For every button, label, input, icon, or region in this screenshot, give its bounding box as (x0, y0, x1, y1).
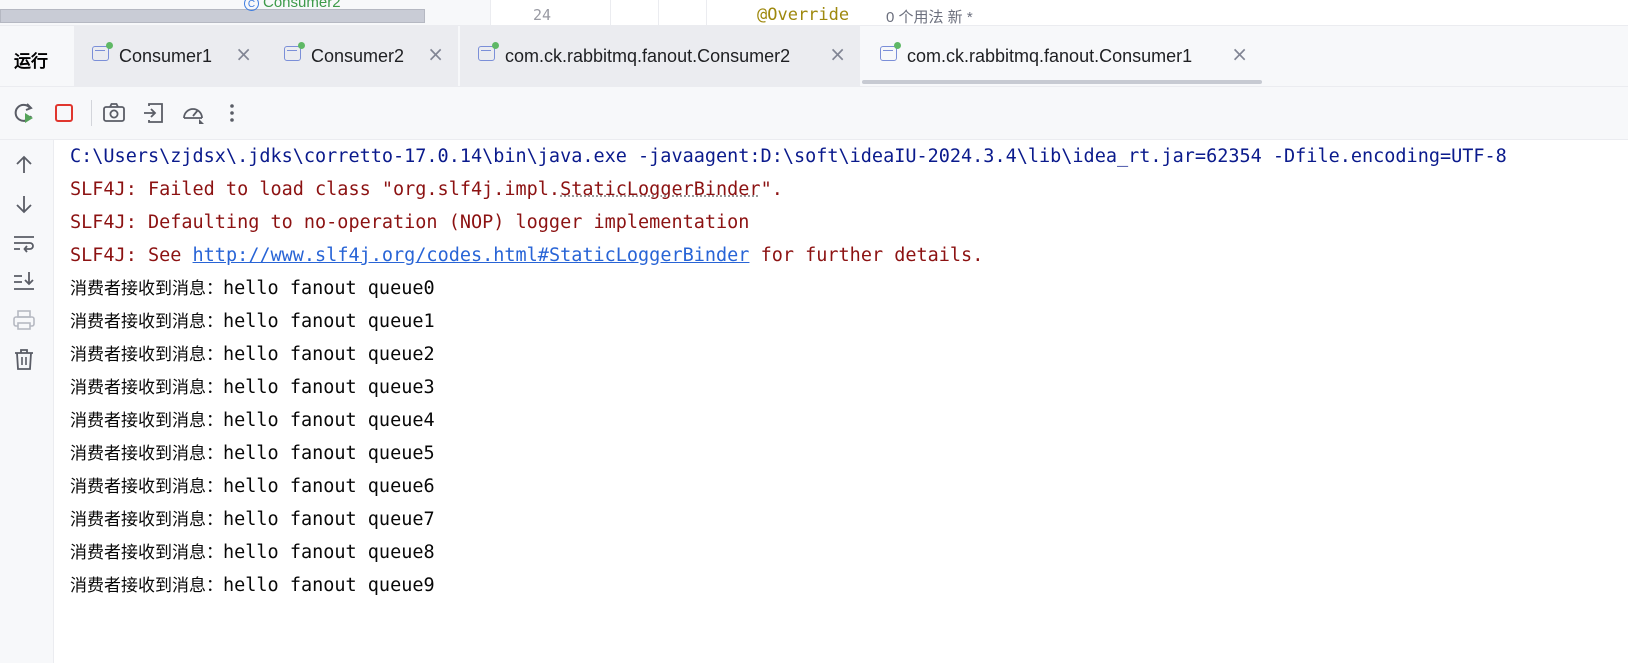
error-text: SLF4J: Failed to load class "org.slf4j.i… (70, 179, 561, 200)
console-message-line: 消费者接收到消息：hello fanout queue6 (70, 470, 435, 503)
editor-pane (490, 0, 1628, 25)
console-output[interactable]: C:\Users\zjdsx\.jdks\corretto-17.0.14\bi… (54, 140, 1628, 663)
console-message-line: 消费者接收到消息：hello fanout queue2 (70, 338, 435, 371)
run-toolbar (0, 87, 1628, 140)
slf4j-docs-link[interactable]: http://www.slf4j.org/codes.html#StaticLo… (193, 245, 750, 266)
profiler-icon[interactable] (179, 99, 207, 127)
message-prefix: 消费者接收到消息： (70, 510, 223, 530)
message-text: hello fanout queue1 (223, 311, 435, 332)
message-prefix: 消费者接收到消息： (70, 378, 223, 398)
message-text: hello fanout queue8 (223, 542, 435, 563)
message-prefix: 消费者接收到消息： (70, 576, 223, 596)
gutter-divider (706, 0, 707, 25)
rerun-icon[interactable] (10, 99, 38, 127)
run-config-icon (478, 41, 499, 61)
message-text: hello fanout queue2 (223, 344, 435, 365)
error-text: for further details. (749, 245, 984, 266)
code-annotation[interactable]: @Override (757, 5, 849, 25)
console-message-line: 消费者接收到消息：hello fanout queue9 (70, 569, 435, 602)
tab-label: Consumer2 (311, 45, 405, 66)
run-window-title: 运行 (14, 52, 48, 71)
console-message-line: 消费者接收到消息：hello fanout queue1 (70, 305, 435, 338)
class-reference[interactable]: StaticLoggerBinder (560, 179, 760, 200)
restore-layout-icon[interactable] (140, 99, 168, 127)
close-icon[interactable]: × (1231, 44, 1248, 64)
message-text: hello fanout queue3 (223, 377, 435, 398)
console-message-line: 消费者接收到消息：hello fanout queue5 (70, 437, 435, 470)
scroll-up-icon[interactable] (11, 152, 37, 178)
console-error-line: SLF4J: Failed to load class "org.slf4j.i… (70, 173, 783, 206)
message-text: hello fanout queue6 (223, 476, 435, 497)
tab-label: com.ck.rabbitmq.fanout.Consumer2 (505, 45, 791, 66)
project-tree-node[interactable]: C Consumer2 (244, 0, 341, 11)
scroll-to-end-icon[interactable] (11, 268, 37, 294)
run-config-icon (284, 41, 305, 61)
clear-all-icon[interactable] (11, 346, 37, 372)
tab-fanout-consumer1[interactable]: com.ck.rabbitmq.fanout.Consumer1 × (862, 26, 1262, 86)
class-icon: C (244, 0, 259, 11)
line-number: 24 (533, 6, 552, 24)
message-prefix: 消费者接收到消息： (70, 411, 223, 431)
console-command-line: C:\Users\zjdsx\.jdks\corretto-17.0.14\bi… (70, 146, 1507, 167)
screenshot-icon[interactable] (100, 99, 128, 127)
message-text: hello fanout queue0 (223, 278, 435, 299)
message-prefix: 消费者接收到消息： (70, 477, 223, 497)
console-error-line: SLF4J: Defaulting to no-operation (NOP) … (70, 212, 750, 233)
console-message-line: 消费者接收到消息：hello fanout queue4 (70, 404, 435, 437)
more-icon[interactable] (218, 99, 246, 127)
run-tab-bar: 运行 Consumer1 × Consumer2 × com.ck.rabbit… (0, 26, 1628, 87)
usage-hint[interactable]: 0 个用法 新 * (886, 6, 973, 25)
error-text: ". (760, 179, 783, 200)
console-message-line: 消费者接收到消息：hello fanout queue8 (70, 536, 435, 569)
tab-label: com.ck.rabbitmq.fanout.Consumer1 (907, 45, 1193, 66)
tab-consumer1[interactable]: Consumer1 × (74, 26, 266, 86)
run-config-icon (92, 41, 113, 61)
message-prefix: 消费者接收到消息： (70, 543, 223, 563)
tab-consumer2[interactable]: Consumer2 × (266, 26, 458, 86)
soft-wrap-icon[interactable] (11, 230, 37, 256)
tab-label: Consumer1 (119, 45, 213, 66)
message-text: hello fanout queue9 (223, 575, 435, 596)
message-prefix: 消费者接收到消息： (70, 345, 223, 365)
editor-strip: C Consumer2 24 @Override 0 个用法 新 * (0, 0, 1628, 26)
gutter-divider (610, 0, 611, 25)
tab-fanout-consumer2[interactable]: com.ck.rabbitmq.fanout.Consumer2 × (460, 26, 860, 86)
console-side-toolbar (0, 140, 54, 663)
error-text: SLF4J: See (70, 245, 193, 266)
close-icon[interactable]: × (235, 44, 252, 64)
project-tree-scrollbar[interactable] (0, 9, 425, 23)
message-text: hello fanout queue4 (223, 410, 435, 431)
message-prefix: 消费者接收到消息： (70, 312, 223, 332)
message-text: hello fanout queue7 (223, 509, 435, 530)
gutter-divider (658, 0, 659, 25)
console-message-line: 消费者接收到消息：hello fanout queue7 (70, 503, 435, 536)
close-icon[interactable]: × (829, 44, 846, 64)
stop-icon[interactable] (50, 99, 78, 127)
console-message-line: 消费者接收到消息：hello fanout queue0 (70, 272, 435, 305)
close-icon[interactable]: × (427, 44, 444, 64)
toolbar-separator (91, 100, 92, 126)
console-error-line: SLF4J: See http://www.slf4j.org/codes.ht… (70, 239, 983, 272)
tree-node-label: Consumer2 (263, 0, 341, 11)
scroll-down-icon[interactable] (11, 191, 37, 217)
message-prefix: 消费者接收到消息： (70, 279, 223, 299)
print-icon[interactable] (11, 307, 37, 333)
run-config-icon (880, 41, 901, 61)
message-text: hello fanout queue5 (223, 443, 435, 464)
console-message-line: 消费者接收到消息：hello fanout queue3 (70, 371, 435, 404)
message-prefix: 消费者接收到消息： (70, 444, 223, 464)
